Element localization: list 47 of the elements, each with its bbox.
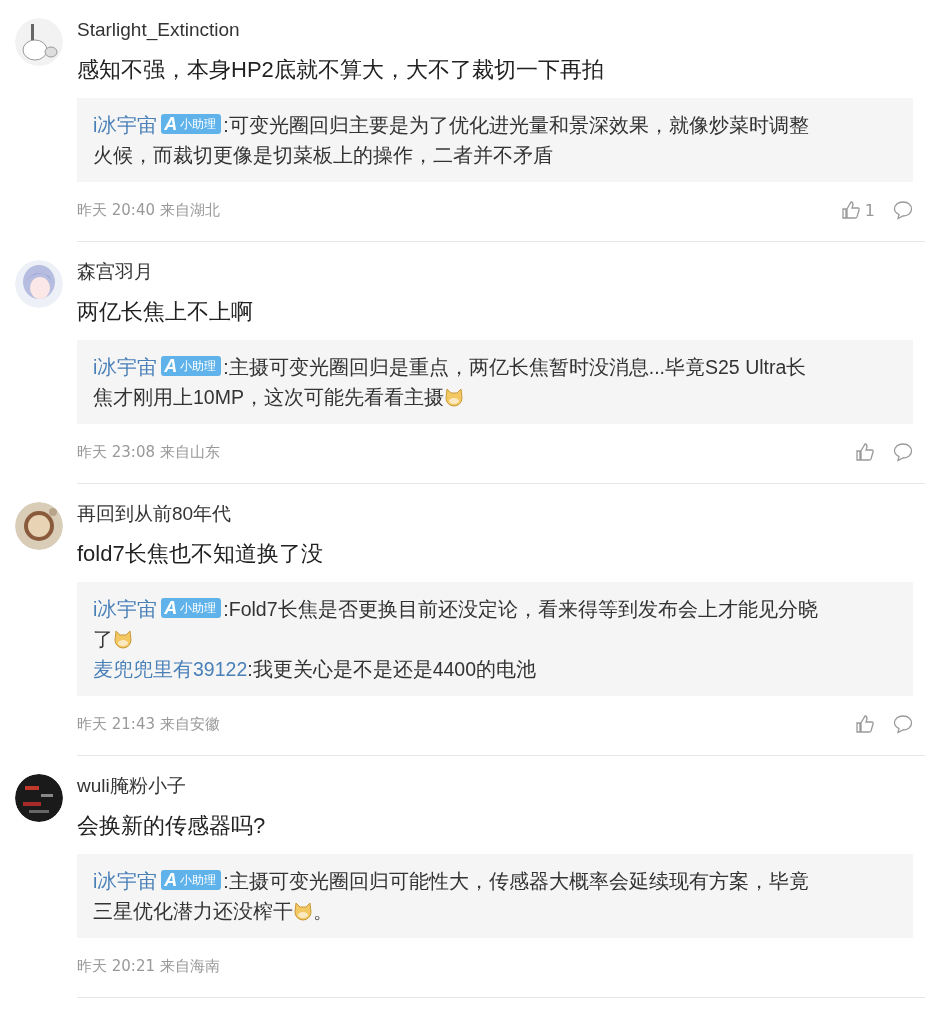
reply-text: 。	[313, 900, 333, 922]
reply-author[interactable]: i冰宇宙	[93, 356, 158, 378]
emoji-icon	[443, 387, 464, 407]
reply-button[interactable]	[893, 200, 913, 220]
reply-text: :我更关心是不是还是4400的电池	[247, 658, 537, 680]
user-name[interactable]: 再回到从前80年代	[77, 500, 925, 528]
like-button[interactable]	[855, 442, 875, 462]
emoji-icon	[293, 901, 313, 921]
avatar-icon[interactable]	[15, 774, 63, 822]
assistant-badge: A 小助理	[161, 598, 222, 618]
speech-bubble-icon	[893, 714, 913, 734]
like-button[interactable]	[855, 714, 875, 734]
reply-button[interactable]	[893, 714, 913, 734]
reply-text: 三星优化潜力还没榨干	[93, 900, 293, 922]
assistant-badge: A 小助理	[161, 870, 222, 890]
reply-button[interactable]	[893, 442, 913, 462]
reply-author[interactable]: i冰宇宙	[93, 598, 158, 620]
comment-meta: 昨天 20:40 来自湖北	[77, 200, 221, 220]
comment-text: 感知不强，本身HP2底就不算大，大不了裁切一下再拍	[77, 56, 605, 84]
reply-author[interactable]: 麦兜兜里有39122	[93, 658, 248, 680]
user-name[interactable]: 森宫羽月	[77, 258, 925, 286]
comment-meta: 昨天 21:43 来自安徽	[77, 714, 221, 734]
reply-text: :Fold7长焦是否更换目前还没定论，看来得等到发布会上才能见分晓	[223, 598, 818, 620]
reply-text: :主摄可变光圈回归是重点，两亿长焦暂时没消息...毕竟S25 Ultra长	[223, 356, 807, 378]
comment-text: fold7长焦也不知道换了没	[77, 540, 324, 568]
comment-text: 会换新的传感器吗?	[77, 812, 267, 840]
thumbs-up-icon	[855, 442, 875, 462]
comment-meta: 昨天 20:21 来自海南	[77, 956, 221, 976]
speech-bubble-icon	[893, 200, 913, 220]
reply-text: 了	[93, 628, 113, 650]
thumbs-up-icon	[840, 200, 861, 220]
thumbs-up-icon	[855, 714, 875, 734]
emoji-icon	[113, 629, 133, 649]
reply-author[interactable]: i冰宇宙	[93, 114, 158, 136]
reply-text: :主摄可变光圈回归可能性大，传感器大概率会延续现有方案，毕竟	[223, 870, 809, 892]
assistant-badge: A 小助理	[161, 114, 222, 134]
user-name[interactable]: Starlight_Extinction	[77, 16, 925, 44]
speech-bubble-icon	[893, 442, 913, 462]
reply-text: :可变光圈回归主要是为了优化进光量和景深效果，就像炒菜时调整	[223, 114, 809, 136]
reply-text: 火候，而裁切更像是切菜板上的操作，二者并不矛盾	[93, 144, 553, 166]
reply-text: 焦才刚用上10MP，这次可能先看看主摄	[93, 386, 444, 408]
assistant-badge: A 小助理	[161, 356, 222, 376]
comment-text: 两亿长焦上不上啊	[77, 298, 254, 326]
like-button[interactable]: 1	[840, 200, 875, 220]
reply-author[interactable]: i冰宇宙	[93, 870, 158, 892]
user-name[interactable]: wuli腌粉小子	[77, 772, 925, 800]
comment-meta: 昨天 23:08 来自山东	[77, 442, 221, 462]
